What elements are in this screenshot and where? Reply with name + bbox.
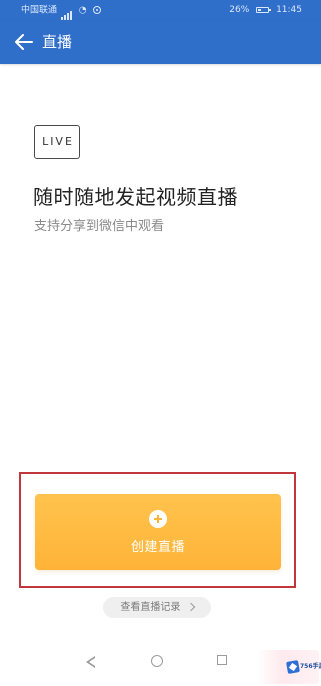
view-live-history-label: 查看直播记录 — [120, 602, 181, 613]
headline: 随时随地发起视频直播 — [33, 185, 238, 209]
page-title: 直播 — [42, 33, 73, 51]
status-time: 11:45 — [276, 5, 302, 15]
sync-icon — [92, 6, 101, 14]
live-badge: LIVE — [34, 125, 80, 159]
watermark: 756手游网 — [257, 650, 321, 684]
back-button[interactable] — [10, 27, 40, 57]
nav-back-button[interactable] — [81, 652, 101, 672]
create-live-label: 创建直播 — [130, 540, 185, 555]
live-stream-screen: 中国联通 ◔ 26% 11:45 直播 LIVE 随时随地发起视频直播 支持分享… — [0, 0, 321, 686]
carrier-name: 中国联通 — [21, 5, 58, 16]
status-bar: 中国联通 ◔ 26% 11:45 — [0, 0, 321, 20]
app-bar: 直播 — [0, 20, 321, 64]
square-recents-icon — [217, 655, 227, 665]
circle-home-icon — [151, 655, 163, 667]
status-left: 中国联通 ◔ — [21, 0, 101, 21]
wifi-icon: ◔ — [78, 5, 87, 16]
chevron-right-icon — [186, 602, 195, 611]
battery-percentage: 26% — [229, 5, 250, 15]
create-live-button[interactable]: 创建直播 — [35, 494, 281, 570]
signal-icon — [60, 0, 73, 20]
arrow-left-icon — [15, 34, 33, 50]
nav-home-button[interactable] — [148, 652, 168, 672]
view-live-history-button[interactable]: 查看直播记录 — [103, 597, 211, 618]
subheadline: 支持分享到微信中观看 — [34, 219, 165, 234]
status-right: 26% 11:45 — [229, 0, 302, 20]
nav-recents-button[interactable] — [213, 652, 233, 672]
watermark-logo-icon — [286, 660, 300, 674]
watermark-text: 756手游网 — [300, 663, 321, 670]
plus-circle-icon — [149, 510, 167, 528]
triangle-back-icon — [86, 656, 95, 668]
battery-icon — [256, 7, 272, 13]
